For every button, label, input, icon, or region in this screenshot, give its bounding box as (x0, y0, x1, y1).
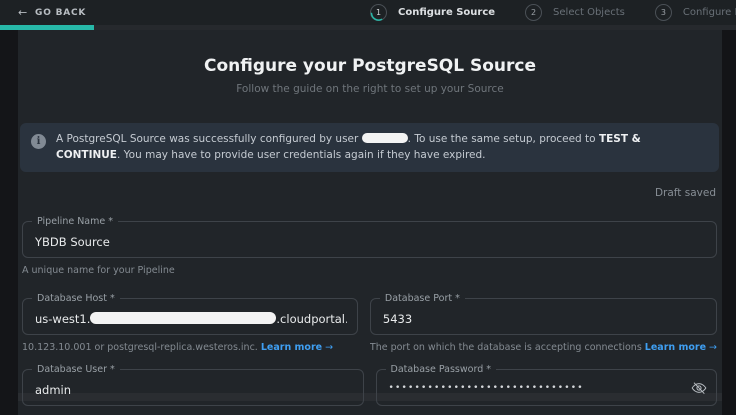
database-user-value: admin (35, 383, 353, 397)
step-1-circle: 1 (370, 4, 387, 21)
configure-source-panel: Configure your PostgreSQL Source Follow … (18, 30, 722, 415)
go-back-label: GO BACK (35, 8, 86, 18)
redacted-host-segment (90, 312, 276, 324)
stepper: 1 Configure Source 2 Select Objects 3 Co… (370, 0, 736, 25)
progress-fill (0, 25, 94, 30)
left-margin-strip (0, 30, 18, 415)
port-helper-text: The port on which the database is accept… (370, 342, 645, 353)
pipeline-name-value: YBDB Source (35, 235, 706, 249)
database-password-field[interactable]: Database Password * ••••••••••••••••••••… (376, 369, 718, 406)
right-margin-strip (722, 30, 736, 415)
info-banner: i A PostgreSQL Source was successfully c… (20, 123, 719, 172)
banner-text-before: A PostgreSQL Source was successfully con… (56, 133, 362, 145)
database-port-helper: The port on which the database is accept… (370, 342, 717, 353)
pipeline-name-helper: A unique name for your Pipeline (22, 265, 717, 276)
page-subtitle: Follow the guide on the right to set up … (18, 83, 722, 95)
database-host-column: Database Host * us-west1..cloudportal.yu… (22, 298, 358, 353)
pipeline-name-label: Pipeline Name * (32, 216, 118, 227)
draft-saved-status: Draft saved (18, 187, 716, 199)
database-user-label: Database User * (32, 364, 120, 375)
port-learn-more-link[interactable]: Learn more (645, 342, 706, 353)
host-learn-more-arrow-icon[interactable]: → (322, 342, 333, 353)
database-host-field[interactable]: Database Host * us-west1..cloudportal.yu… (22, 298, 358, 335)
banner-text-after: . You may have to provide user credentia… (117, 149, 486, 161)
banner-text-middle: . To use the same setup, proceed to (408, 133, 599, 145)
host-helper-text: 10.123.10.001 or postgresql-replica.west… (22, 342, 261, 353)
step-progress-arc-icon (370, 4, 387, 21)
step-2-label: Select Objects (553, 7, 625, 18)
database-password-value: •••••••••••••••••••••••••••••• (389, 383, 707, 393)
go-back-button[interactable]: ← GO BACK (18, 6, 86, 19)
database-password-column: Database Password * ••••••••••••••••••••… (376, 369, 718, 406)
database-port-column: Database Port * 5433 The port on which t… (370, 298, 717, 353)
step-1-label: Configure Source (398, 7, 495, 18)
step-2-circle: 2 (525, 4, 542, 21)
database-host-value: us-west1. .cloudportal.yugabyte.com (35, 312, 347, 326)
eye-off-icon (691, 380, 707, 396)
info-banner-text: A PostgreSQL Source was successfully con… (56, 131, 707, 164)
database-port-label: Database Port * (380, 293, 465, 304)
database-port-field[interactable]: Database Port * 5433 (370, 298, 717, 335)
database-user-column: Database User * admin (22, 369, 364, 406)
step-3-circle: 3 (655, 4, 672, 21)
source-config-form: Pipeline Name * YBDB Source A unique nam… (22, 221, 717, 406)
redacted-username (362, 133, 408, 143)
back-arrow-icon: ← (18, 6, 28, 19)
step-configure-destination[interactable]: 3 Configure Destination (655, 4, 736, 21)
top-bar: ← GO BACK 1 Configure Source 2 Select Ob… (0, 0, 736, 25)
pipeline-name-field[interactable]: Pipeline Name * YBDB Source (22, 221, 717, 258)
progress-track (0, 25, 736, 30)
host-value-prefix: us-west1. (35, 312, 90, 326)
info-icon: i (31, 134, 46, 149)
database-user-field[interactable]: Database User * admin (22, 369, 364, 406)
step-configure-source[interactable]: 1 Configure Source (370, 4, 495, 21)
host-learn-more-link[interactable]: Learn more (261, 342, 322, 353)
toggle-password-visibility-button[interactable] (691, 380, 707, 396)
host-value-suffix: .cloudportal.yugabyte.com (276, 312, 347, 326)
database-port-value: 5433 (383, 312, 706, 326)
database-host-helper: 10.123.10.001 or postgresql-replica.west… (22, 342, 358, 353)
database-host-label: Database Host * (32, 293, 120, 304)
database-password-label: Database Password * (386, 364, 497, 375)
port-learn-more-arrow-icon[interactable]: → (706, 342, 717, 353)
step-3-label: Configure Destination (683, 7, 736, 18)
step-select-objects[interactable]: 2 Select Objects (525, 4, 625, 21)
page-title: Configure your PostgreSQL Source (18, 56, 722, 76)
